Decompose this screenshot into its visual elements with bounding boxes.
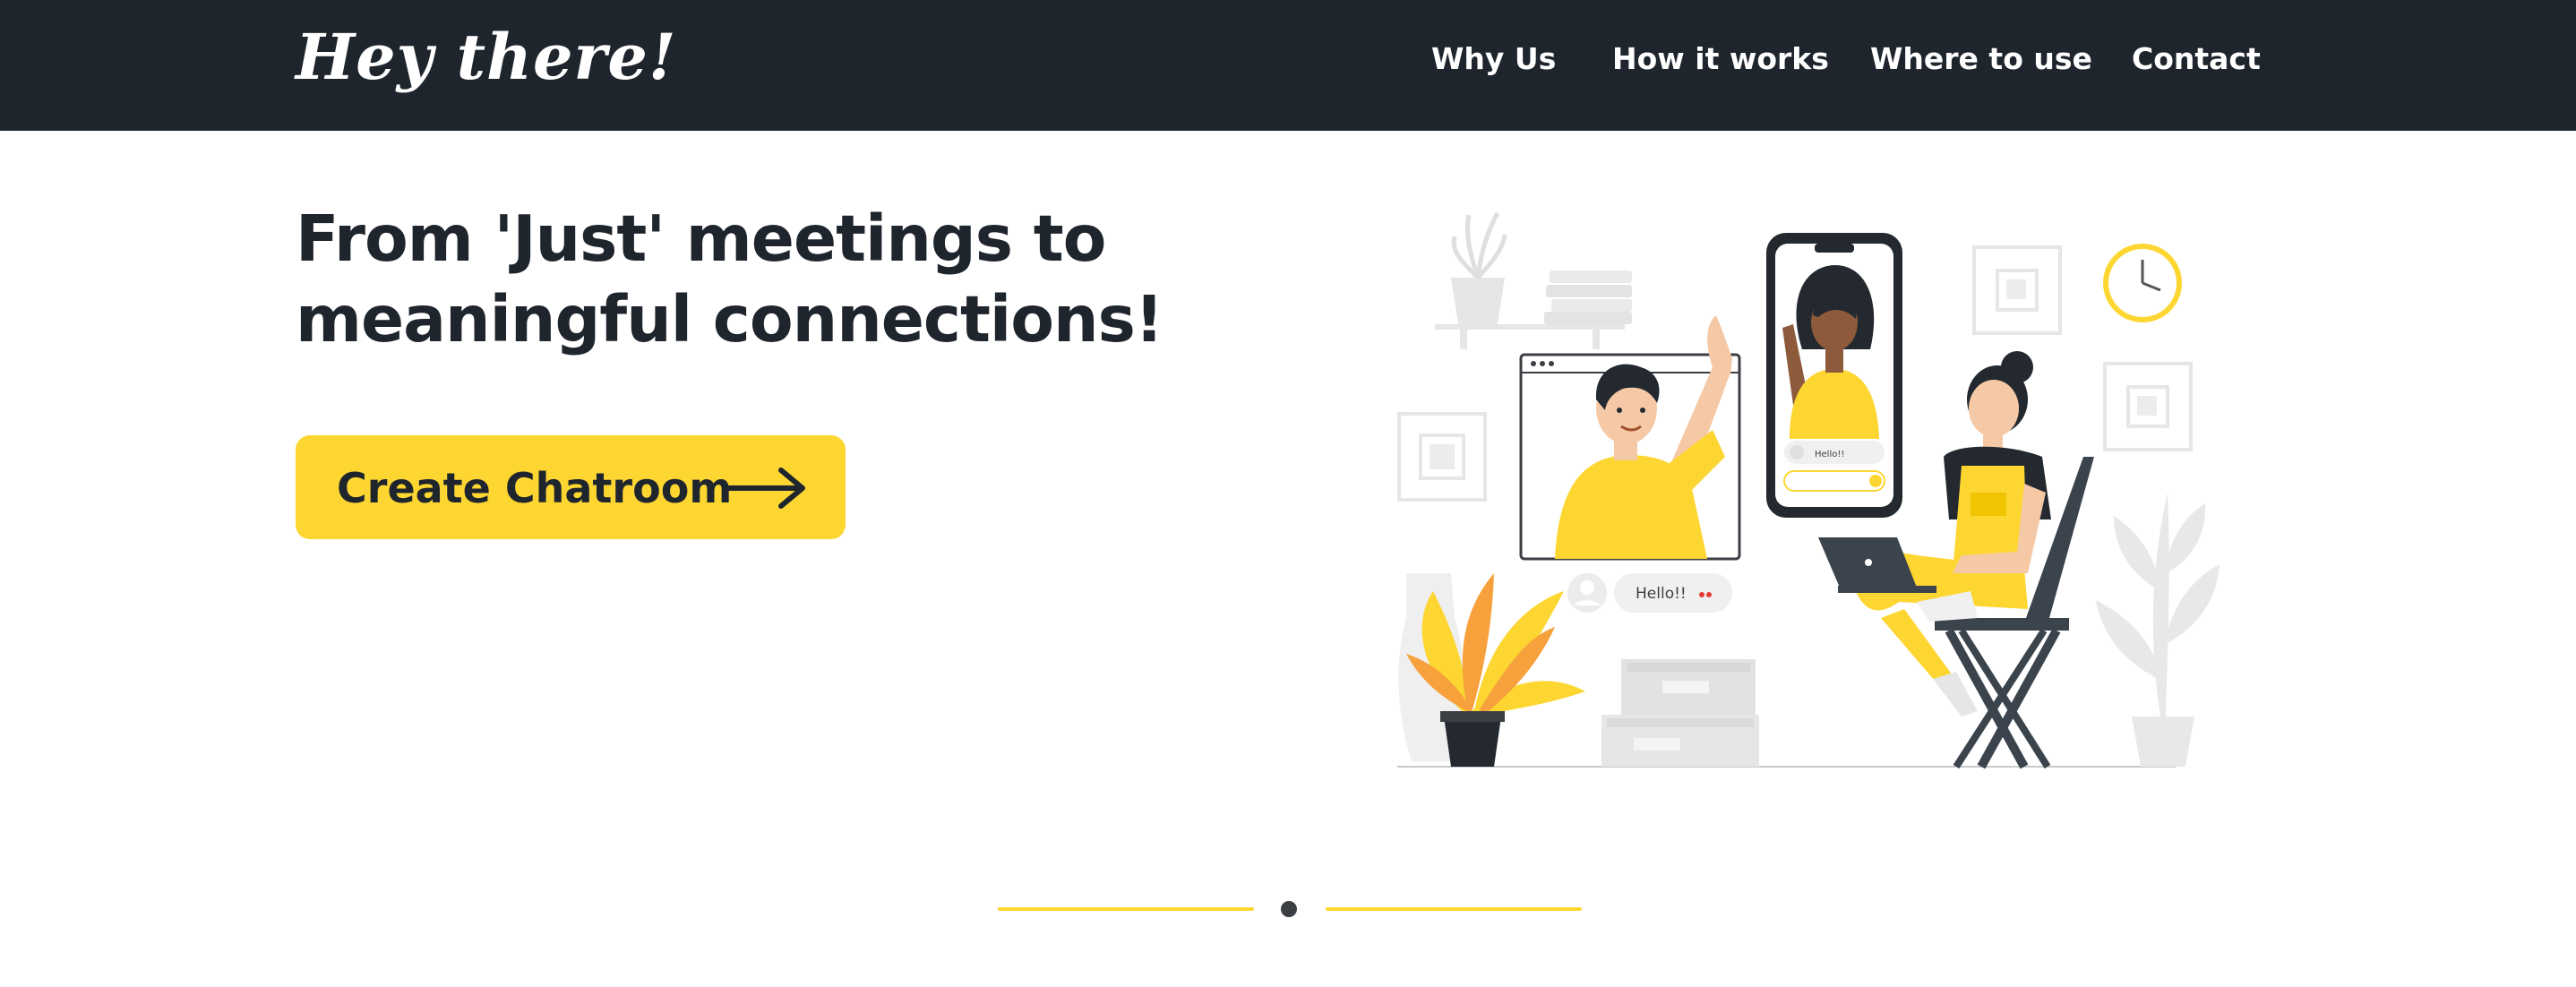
video-call-window: [1519, 315, 1741, 561]
nav-link-why-us[interactable]: Why Us: [1431, 41, 1556, 76]
top-navbar: Hey there! Why Us How it works Where to …: [0, 0, 2576, 131]
hero-headline: From 'Just' meetings to meaningful conne…: [296, 199, 1191, 360]
wall-clock-icon: [2103, 244, 2182, 322]
carousel-dot-active[interactable]: [1281, 901, 1297, 917]
create-chatroom-label: Create Chatroom: [337, 464, 733, 512]
arrow-right-icon: [723, 468, 805, 509]
nav-link-how-it-works[interactable]: How it works: [1612, 41, 1829, 76]
phone-call-screen: Hello!!: [1766, 233, 1902, 518]
chat-bubble: Hello!!: [1567, 573, 1732, 613]
nav-link-contact[interactable]: Contact: [2132, 41, 2261, 76]
chat-bubble-text: Hello!!: [1636, 585, 1687, 603]
storage-boxes: [1601, 659, 1759, 767]
shelf-decoration: [1435, 211, 1632, 349]
brand-logo[interactable]: Hey there!: [296, 20, 677, 94]
create-chatroom-button[interactable]: Create Chatroom: [296, 435, 846, 539]
video-chat-illustration: Hello!! Hello!!: [1397, 211, 2220, 769]
phone-bubble-text: Hello!!: [1815, 450, 1844, 459]
hero-headline-line-1: From 'Just' meetings to: [296, 202, 1106, 276]
carousel-indicator: [998, 896, 1582, 923]
nav-link-where-to-use[interactable]: Where to use: [1870, 41, 2092, 76]
right-decor-plant: [2096, 493, 2220, 767]
carousel-line-right: [1326, 907, 1582, 911]
carousel-line-left: [998, 907, 1254, 911]
hero-headline-line-2: meaningful connections!: [296, 282, 1163, 356]
